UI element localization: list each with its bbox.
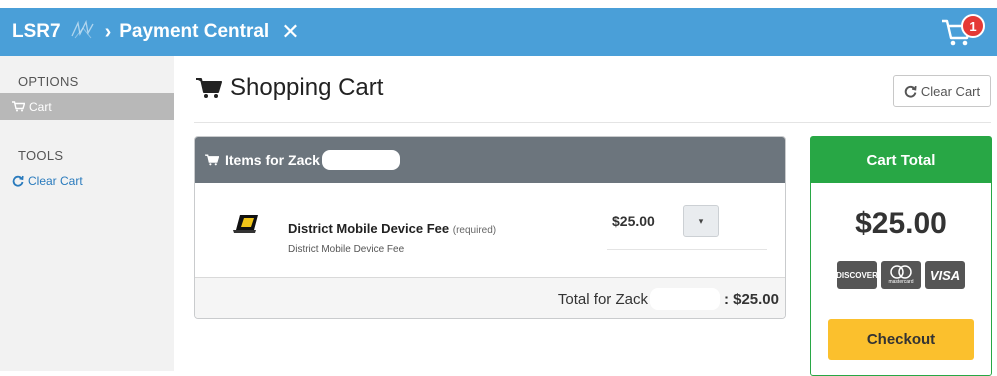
subtotal-amount: : $25.00 [723,290,779,308]
page-title: Shopping Cart [196,74,383,102]
redacted-name [649,288,720,310]
clear-cart-button[interactable]: Clear Cart [893,75,991,107]
brand-logo-icon [69,19,95,45]
cart-count-badge: 1 [961,14,985,38]
sidebar-item-label: Cart [29,99,52,114]
sidebar-item-clear-cart[interactable]: Clear Cart [0,167,174,194]
list-item: District Mobile Device Fee (required) Di… [195,183,785,277]
divider [194,122,991,123]
refresh-icon [12,175,24,187]
sidebar-item-cart[interactable]: Cart [0,93,174,120]
sidebar-heading-tools: TOOLS [18,148,64,163]
item-description: District Mobile Device Fee [288,244,405,255]
item-options-dropdown[interactable]: ▾ [683,205,719,237]
item-price: $25.00 [612,213,655,229]
cart-total-heading: Cart Total [811,137,991,183]
sidebar-heading-options: OPTIONS [18,74,79,89]
clear-cart-label: Clear Cart [920,83,981,99]
header-cart-button[interactable]: 1 [941,14,985,48]
item-name: District Mobile Device Fee (required) [288,221,497,236]
items-card: Items for Zack District Mobile Device Fe… [194,136,786,319]
close-icon[interactable]: ✕ [281,21,299,43]
cart-icon [196,78,222,98]
chevron-down-icon: ▾ [698,215,704,226]
visa-card-icon: VISA [925,261,965,289]
cart-total-panel: Cart Total $25.00 DISCOVER mastercard VI… [810,136,992,376]
top-bar: LSR7 › Payment Central ✕ 1 [0,8,997,56]
discover-card-icon: DISCOVER [836,261,878,289]
sidebar-item-label: Clear Cart [28,173,83,188]
redacted-name [321,150,400,170]
items-card-footer: Total for Zack : $25.00 [195,277,785,318]
sidebar: OPTIONS Cart TOOLS Clear Cart [0,56,174,371]
cart-icon [12,101,25,112]
divider [607,249,767,250]
item-required-label: (required) [452,225,497,236]
items-card-header: Items for Zack [195,137,785,183]
payment-methods: DISCOVER mastercard VISA [811,261,991,289]
items-card-title: Items for Zack [225,152,320,168]
cart-icon [205,154,219,166]
mastercard-icon: mastercard [881,261,921,289]
page-title-text: Shopping Cart [230,74,384,101]
device-image [233,215,258,233]
page-context-title[interactable]: Payment Central [119,21,269,43]
brand: LSR7 › Payment Central ✕ [0,19,300,45]
refresh-icon [904,85,917,98]
brand-name[interactable]: LSR7 [12,21,61,43]
total-for-label: Total for Zack [557,290,648,308]
cart-total-amount: $25.00 [855,207,947,240]
breadcrumb-separator-icon: › [104,20,112,43]
checkout-button[interactable]: Checkout [828,319,974,360]
